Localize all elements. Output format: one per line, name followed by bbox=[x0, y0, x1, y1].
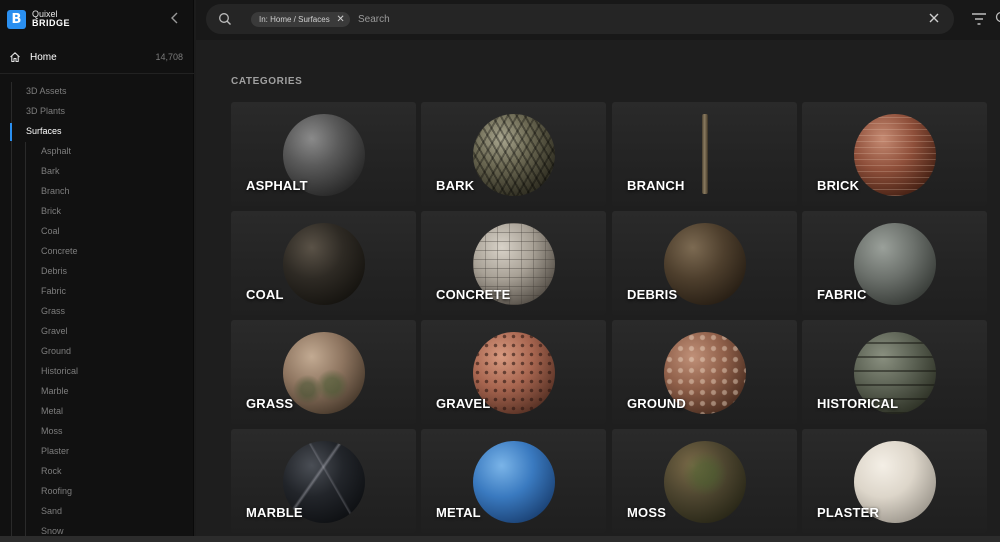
brand: B Quixel BRIDGE bbox=[7, 8, 70, 30]
close-icon[interactable] bbox=[928, 12, 940, 24]
category-label: CONCRETE bbox=[436, 287, 511, 302]
sidebar-item-label: Home bbox=[30, 51, 57, 63]
sidebar-item-debris[interactable]: Debris bbox=[41, 262, 67, 280]
grass-sphere-thumbnail bbox=[283, 332, 365, 414]
sidebar-item-asphalt[interactable]: Asphalt bbox=[41, 142, 71, 160]
bark-sphere-thumbnail bbox=[473, 114, 555, 196]
sidebar-item-ground[interactable]: Ground bbox=[41, 342, 71, 360]
sidebar-item-brick[interactable]: Brick bbox=[41, 202, 61, 220]
chevron-left-icon bbox=[171, 12, 178, 24]
moss-sphere-thumbnail bbox=[664, 441, 746, 523]
category-label: BRANCH bbox=[627, 178, 685, 193]
sidebar-item-coal[interactable]: Coal bbox=[41, 222, 60, 240]
sidebar-item-marble[interactable]: Marble bbox=[41, 382, 69, 400]
search-icon bbox=[219, 13, 231, 25]
sidebar-item-moss[interactable]: Moss bbox=[41, 422, 63, 440]
search-bar[interactable]: In: Home / Surfaces ✕ bbox=[206, 4, 954, 34]
sidebar-item-historical[interactable]: Historical bbox=[41, 362, 78, 380]
category-label: GRASS bbox=[246, 396, 294, 411]
taskbar-strip bbox=[0, 536, 1000, 542]
search-input[interactable] bbox=[358, 11, 918, 27]
category-label: DEBRIS bbox=[627, 287, 678, 302]
category-label: COAL bbox=[246, 287, 284, 302]
search-icon[interactable] bbox=[994, 10, 1000, 26]
sidebar-item-plaster[interactable]: Plaster bbox=[41, 442, 69, 460]
sidebar-item-branch[interactable]: Branch bbox=[41, 182, 70, 200]
tree-guide-line bbox=[11, 82, 12, 542]
category-card-metal[interactable]: METAL bbox=[421, 429, 606, 533]
category-label: GROUND bbox=[627, 396, 686, 411]
category-label: PLASTER bbox=[817, 505, 880, 520]
brand-text: Quixel BRIDGE bbox=[32, 10, 70, 28]
main-content: CATEGORIES ASPHALT BARK BRANCH BRICK COA… bbox=[196, 40, 1000, 542]
tree-guide-line bbox=[25, 142, 26, 542]
sidebar-item-sand[interactable]: Sand bbox=[41, 502, 62, 520]
sidebar-item-grass[interactable]: Grass bbox=[41, 302, 65, 320]
category-label: BARK bbox=[436, 178, 475, 193]
asset-count: 14,708 bbox=[155, 52, 183, 62]
category-label: GRAVEL bbox=[436, 396, 491, 411]
category-card-ground[interactable]: GROUND bbox=[612, 320, 797, 424]
category-label: ASPHALT bbox=[246, 178, 308, 193]
branch-thumbnail bbox=[702, 114, 708, 194]
sidebar-item-roofing[interactable]: Roofing bbox=[41, 482, 72, 500]
category-label: BRICK bbox=[817, 178, 860, 193]
top-bar: In: Home / Surfaces ✕ bbox=[196, 0, 1000, 40]
bridge-logo-icon: B bbox=[7, 9, 26, 29]
brand-name-bottom: BRIDGE bbox=[32, 18, 71, 28]
category-label: METAL bbox=[436, 505, 481, 520]
collapse-sidebar-button[interactable] bbox=[168, 11, 182, 27]
sidebar-item-rock[interactable]: Rock bbox=[41, 462, 62, 480]
sidebar-item-concrete[interactable]: Concrete bbox=[41, 242, 78, 260]
category-card-marble[interactable]: MARBLE bbox=[231, 429, 416, 533]
coal-sphere-thumbnail bbox=[283, 223, 365, 305]
divider bbox=[0, 73, 194, 74]
category-card-plaster[interactable]: PLASTER bbox=[802, 429, 987, 533]
app-window: B Quixel BRIDGE Home 14,708 3D Assets 3D… bbox=[0, 0, 1000, 542]
category-card-coal[interactable]: COAL bbox=[231, 211, 416, 315]
filter-icon[interactable] bbox=[971, 12, 987, 26]
active-indicator bbox=[10, 123, 12, 141]
sidebar-item-surfaces[interactable]: Surfaces bbox=[26, 122, 62, 140]
category-label: HISTORICAL bbox=[817, 396, 899, 411]
category-card-asphalt[interactable]: ASPHALT bbox=[231, 102, 416, 206]
sidebar-item-fabric[interactable]: Fabric bbox=[41, 282, 66, 300]
sidebar-item-metal[interactable]: Metal bbox=[41, 402, 63, 420]
sidebar-item-home[interactable]: Home 14,708 bbox=[0, 45, 194, 69]
category-card-brick[interactable]: BRICK bbox=[802, 102, 987, 206]
category-card-gravel[interactable]: GRAVEL bbox=[421, 320, 606, 424]
category-card-historical[interactable]: HISTORICAL bbox=[802, 320, 987, 424]
category-card-concrete[interactable]: CONCRETE bbox=[421, 211, 606, 315]
remove-filter-button[interactable]: ✕ bbox=[336, 12, 344, 27]
filter-chip[interactable]: In: Home / Surfaces ✕ bbox=[251, 12, 350, 27]
section-title: CATEGORIES bbox=[231, 76, 303, 87]
category-label: FABRIC bbox=[817, 287, 867, 302]
home-icon bbox=[10, 52, 20, 63]
category-label: MARBLE bbox=[246, 505, 303, 520]
category-card-fabric[interactable]: FABRIC bbox=[802, 211, 987, 315]
sidebar-item-3d-assets[interactable]: 3D Assets bbox=[26, 82, 67, 100]
category-card-branch[interactable]: BRANCH bbox=[612, 102, 797, 206]
category-label: MOSS bbox=[627, 505, 667, 520]
sidebar: B Quixel BRIDGE Home 14,708 3D Assets 3D… bbox=[0, 0, 194, 542]
category-card-debris[interactable]: DEBRIS bbox=[612, 211, 797, 315]
category-card-grass[interactable]: GRASS bbox=[231, 320, 416, 424]
sidebar-item-bark[interactable]: Bark bbox=[41, 162, 60, 180]
filter-chip-label: In: Home / Surfaces bbox=[259, 15, 330, 24]
metal-sphere-thumbnail bbox=[473, 441, 555, 523]
category-card-bark[interactable]: BARK bbox=[421, 102, 606, 206]
sidebar-item-3d-plants[interactable]: 3D Plants bbox=[26, 102, 65, 120]
category-card-moss[interactable]: MOSS bbox=[612, 429, 797, 533]
sidebar-item-gravel[interactable]: Gravel bbox=[41, 322, 68, 340]
brick-sphere-thumbnail bbox=[854, 114, 936, 196]
